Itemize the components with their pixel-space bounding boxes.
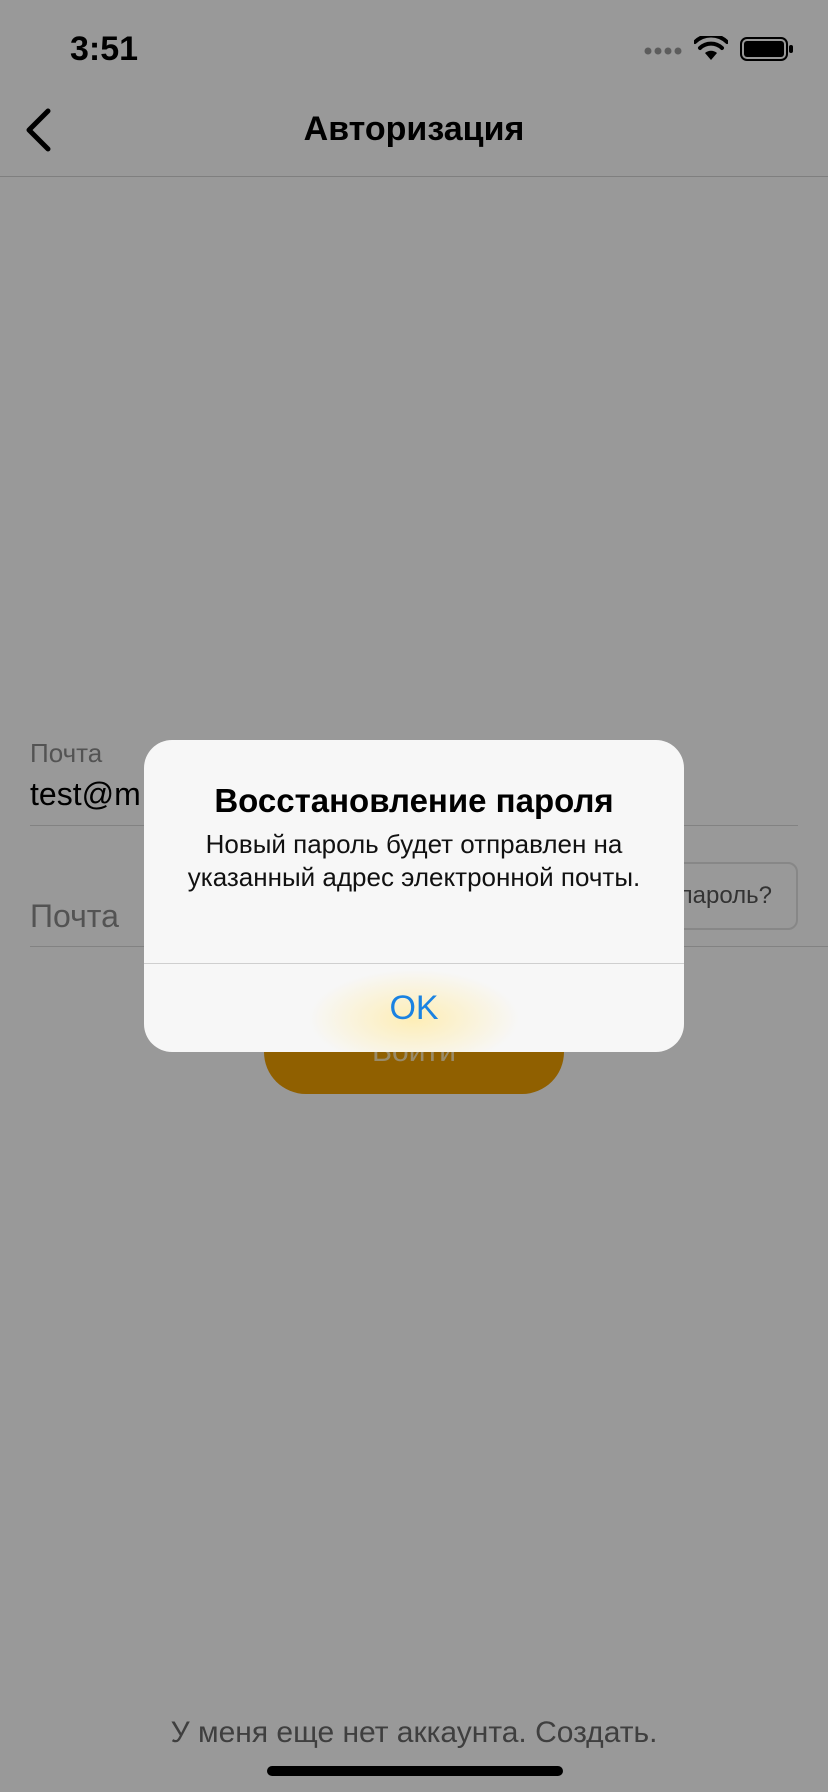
home-indicator[interactable] [267, 1766, 563, 1776]
alert-title: Восстановление пароля [214, 782, 614, 819]
alert-message: Новый пароль будет отправлен на указанны… [187, 829, 641, 892]
alert-dialog: Восстановление пароля Новый пароль будет… [144, 740, 684, 1052]
alert-ok-button[interactable]: OK [144, 964, 684, 1052]
